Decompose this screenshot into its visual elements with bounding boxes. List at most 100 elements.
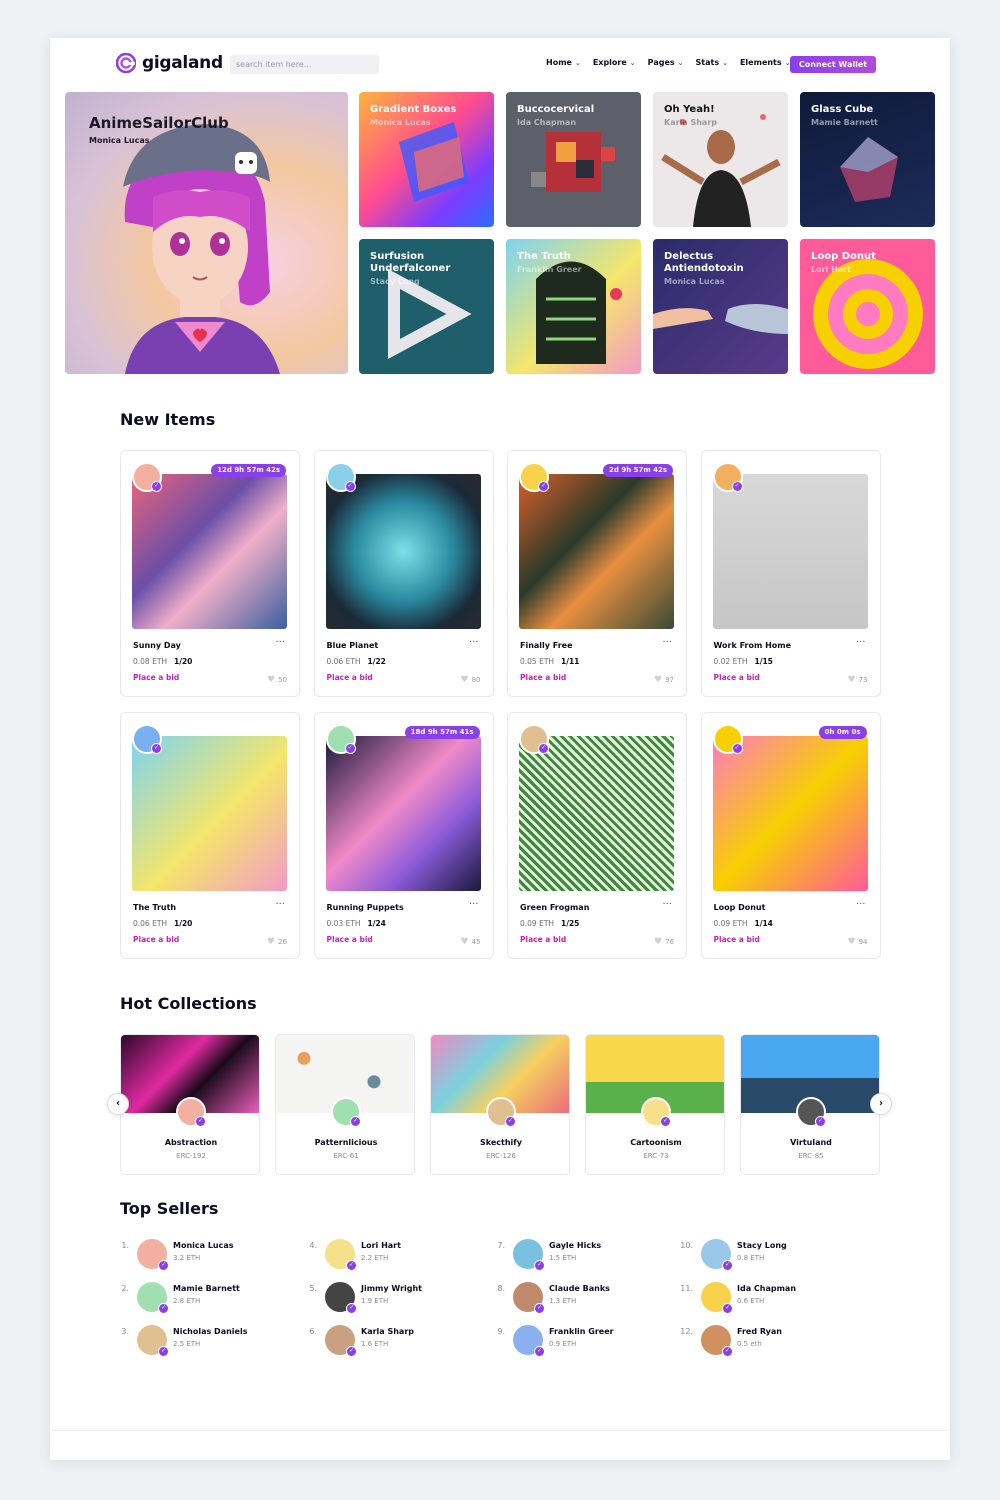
carousel-prev-button[interactable]: ‹ [107,1093,129,1115]
item-name[interactable]: The Truth [133,903,176,912]
more-options-icon[interactable]: ··· [662,899,672,910]
item-name[interactable]: Blue Planet [327,641,379,650]
like-button[interactable]: ♥ 73 [848,675,868,685]
collection-avatar[interactable]: ✓ [486,1097,516,1127]
top-seller-item[interactable]: 1. ✓ Monica Lucas 3.2 ETH [115,1239,295,1271]
connect-wallet-button[interactable]: Connect Wallet [790,56,876,73]
seller-avatar[interactable]: ✓ [701,1325,733,1357]
item-image[interactable] [712,474,868,629]
nav-stats[interactable]: Stats ⌄ [696,58,728,67]
seller-name[interactable]: Mamie Barnett [173,1284,240,1293]
seller-name[interactable]: Nicholas Daniels [173,1327,247,1336]
place-bid-link[interactable]: Place a bid [520,935,566,944]
more-options-icon[interactable]: ··· [469,637,479,648]
hero-tile-delectus[interactable]: Delectus Antiendotoxin Monica Lucas [653,239,788,374]
search-input[interactable] [230,55,379,74]
top-seller-item[interactable]: 9. ✓ Franklin Greer 0.9 ETH [491,1325,671,1357]
logo[interactable]: gigaland [116,53,223,73]
hero-tile-gradient-boxes[interactable]: Gradient Boxes Monica Lucas [359,92,494,227]
item-card[interactable]: ✓ 2d 9h 57m 42s Finally Free ··· 0.05 ET… [507,450,687,697]
creator-avatar[interactable]: ✓ [132,462,162,492]
seller-name[interactable]: Karla Sharp [361,1327,414,1336]
more-options-icon[interactable]: ··· [275,637,285,648]
place-bid-link[interactable]: Place a bid [520,673,566,682]
nav-explore[interactable]: Explore ⌄ [593,58,636,67]
seller-avatar[interactable]: ✓ [701,1239,733,1271]
place-bid-link[interactable]: Place a bid [133,673,179,682]
collection-avatar[interactable]: ✓ [331,1097,361,1127]
nav-home[interactable]: Home ⌄ [546,58,581,67]
like-button[interactable]: ♥ 80 [461,675,481,685]
item-card[interactable]: ✓ Work From Home ··· 0.02 ETH 1/15 Place… [700,450,881,697]
place-bid-link[interactable]: Place a bid [327,935,373,944]
hero-tile-loop-donut[interactable]: Loop Donut Lori Hart [800,239,935,374]
item-card[interactable]: ✓ 12d 9h 57m 42s Sunny Day ··· 0.08 ETH … [120,450,300,697]
item-name[interactable]: Running Puppets [327,903,404,912]
item-name[interactable]: Sunny Day [133,641,181,650]
top-seller-item[interactable]: 5. ✓ Jimmy Wright 1.9 ETH [303,1282,483,1314]
like-button[interactable]: ♥ 26 [267,937,287,947]
creator-avatar[interactable]: ✓ [519,462,549,492]
hero-tile-buccocervical[interactable]: Buccocervical Ida Chapman [506,92,641,227]
more-options-icon[interactable]: ··· [469,899,479,910]
collection-card[interactable]: ✓ Cartoonism ERC-73 [585,1034,725,1175]
top-seller-item[interactable]: 4. ✓ Lori Hart 2.2 ETH [303,1239,483,1271]
seller-avatar[interactable]: ✓ [513,1282,545,1314]
seller-name[interactable]: Lori Hart [361,1241,401,1250]
seller-name[interactable]: Gayle Hicks [549,1241,601,1250]
seller-name[interactable]: Jimmy Wright [361,1284,422,1293]
top-seller-item[interactable]: 11. ✓ Ida Chapman 0.6 ETH [679,1282,859,1314]
item-card[interactable]: ✓ Green Frogman ··· 0.09 ETH 1/25 Place … [507,712,687,959]
like-button[interactable]: ♥ 50 [267,675,287,685]
item-name[interactable]: Loop Donut [714,903,766,912]
top-seller-item[interactable]: 10. ✓ Stacy Long 0.8 ETH [679,1239,859,1271]
item-image[interactable] [132,736,287,891]
nav-pages[interactable]: Pages ⌄ [648,58,684,67]
top-seller-item[interactable]: 7. ✓ Gayle Hicks 1.5 ETH [491,1239,671,1271]
collection-avatar[interactable]: ✓ [176,1097,206,1127]
collection-avatar[interactable]: ✓ [641,1097,671,1127]
collection-name[interactable]: Cartoonism [586,1138,724,1147]
hero-featured-item[interactable]: AnimeSailorClub Monica Lucas [65,92,348,374]
top-seller-item[interactable]: 6. ✓ Karla Sharp 1.6 ETH [303,1325,483,1357]
seller-avatar[interactable]: ✓ [137,1282,169,1314]
more-options-icon[interactable]: ··· [662,637,672,648]
carousel-next-button[interactable]: › [870,1093,892,1115]
seller-name[interactable]: Fred Ryan [737,1327,782,1336]
more-options-icon[interactable]: ··· [275,899,285,910]
item-card[interactable]: ✓ Blue Planet ··· 0.06 ETH 1/22 Place a … [313,450,494,697]
creator-avatar[interactable]: ✓ [712,462,743,492]
collection-name[interactable]: Patternlicious [276,1138,414,1147]
top-seller-item[interactable]: 3. ✓ Nicholas Daniels 2.5 ETH [115,1325,295,1357]
place-bid-link[interactable]: Place a bid [714,673,760,682]
seller-avatar[interactable]: ✓ [325,1325,357,1357]
seller-avatar[interactable]: ✓ [513,1239,545,1271]
collection-card[interactable]: ✓ Skecthify ERC-126 [430,1034,570,1175]
like-button[interactable]: ♥ 45 [461,937,481,947]
top-seller-item[interactable]: 12. ✓ Fred Ryan 0.5 eth [679,1325,859,1357]
hero-tile-glass-cube[interactable]: Glass Cube Mamie Barnett [800,92,935,227]
creator-avatar[interactable]: ✓ [712,724,743,754]
creator-avatar[interactable]: ✓ [519,724,549,754]
item-image[interactable] [519,736,674,891]
item-name[interactable]: Finally Free [520,641,573,650]
collection-avatar[interactable]: ✓ [796,1097,826,1127]
collection-name[interactable]: Virtuland [741,1138,879,1147]
seller-avatar[interactable]: ✓ [137,1239,169,1271]
place-bid-link[interactable]: Place a bid [714,935,760,944]
hero-tile-surfusion[interactable]: Surfusion Underfalconer Stacy Long [359,239,494,374]
creator-avatar[interactable]: ✓ [325,724,356,754]
item-image[interactable] [132,474,287,629]
more-options-icon[interactable]: ··· [856,637,866,648]
collection-card[interactable]: ✓ Patternlicious ERC-61 [275,1034,415,1175]
seller-avatar[interactable]: ✓ [325,1239,357,1271]
seller-name[interactable]: Claude Banks [549,1284,610,1293]
creator-avatar[interactable]: ✓ [325,462,356,492]
seller-avatar[interactable]: ✓ [137,1325,169,1357]
item-card[interactable]: ✓ The Truth ··· 0.06 ETH 1/20 Place a bi… [120,712,300,959]
creator-avatar[interactable]: ✓ [132,724,162,754]
nav-elements[interactable]: Elements ⌄ [740,58,791,67]
like-button[interactable]: ♥ 94 [848,937,868,947]
item-image[interactable] [325,474,481,629]
collection-name[interactable]: Abstraction [121,1138,259,1147]
